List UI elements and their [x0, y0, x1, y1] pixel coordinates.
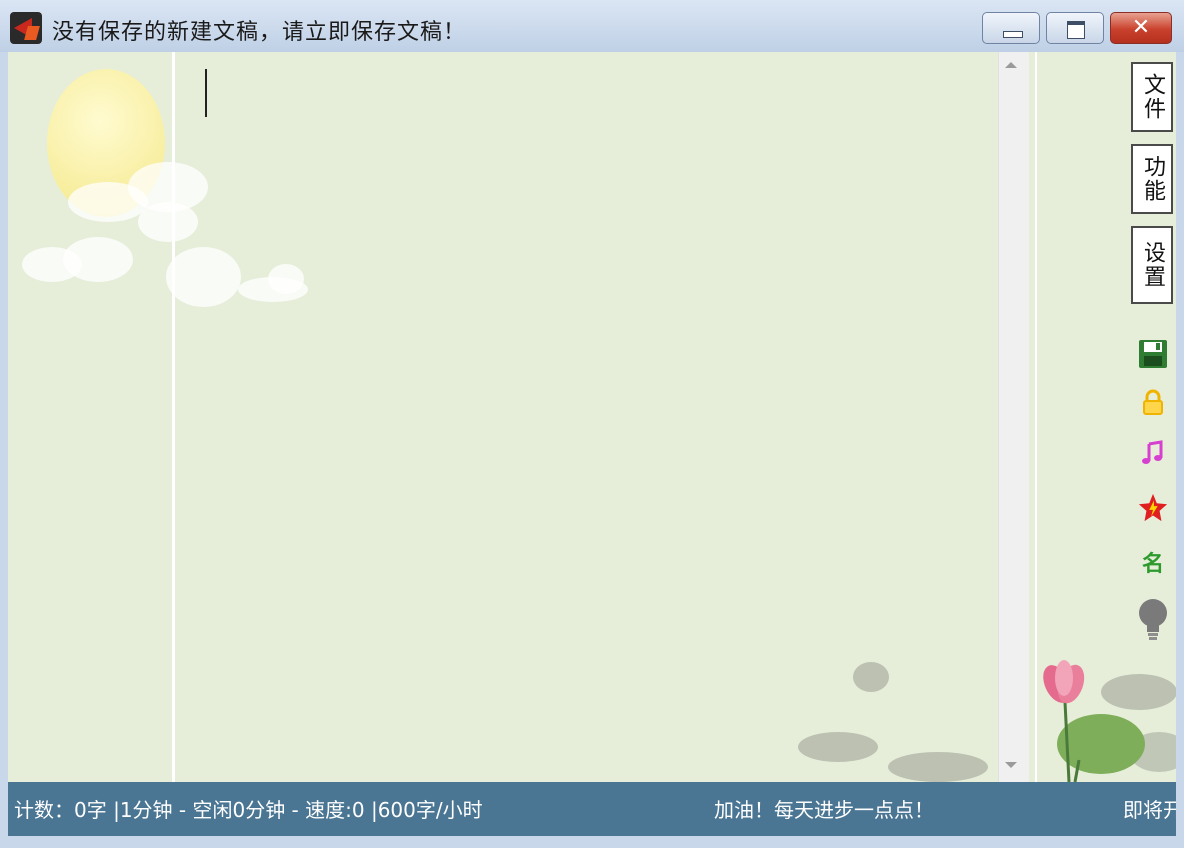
margin-line	[172, 52, 175, 782]
menu-settings-button[interactable]: 设置	[1131, 226, 1173, 304]
lock-icon[interactable]	[1137, 386, 1169, 418]
music-note-icon[interactable]	[1137, 438, 1169, 470]
motto-text: 加油！每天进步一点点！	[714, 798, 934, 822]
menu-file-button[interactable]: 文件	[1131, 62, 1173, 132]
maximize-icon	[1067, 21, 1085, 39]
name-badge-icon[interactable]: 名	[1137, 546, 1169, 578]
text-editor[interactable]	[8, 52, 998, 782]
save-icon[interactable]	[1137, 338, 1169, 370]
app-logo-icon[interactable]	[10, 12, 42, 44]
writing-stats: 计数：0字 |1分钟 - 空闲0分钟 - 速度:0 |600字/小时	[14, 798, 483, 822]
star-badge-icon[interactable]	[1137, 492, 1169, 524]
scroll-up-arrow-icon[interactable]	[1005, 62, 1017, 68]
lotus-decoration	[1029, 632, 1176, 782]
close-button[interactable]: ✕	[1110, 12, 1172, 44]
maximize-button[interactable]	[1046, 12, 1104, 44]
minimize-icon	[1003, 31, 1023, 38]
right-sidebar: 文件 功能 设置 名	[1029, 52, 1176, 782]
menu-function-button[interactable]: 功能	[1131, 144, 1173, 214]
upcoming-text: 即将开	[1123, 798, 1176, 822]
close-icon: ✕	[1131, 15, 1151, 40]
title-bar: 没有保存的新建文稿，请立即保存文稿！ ✕	[0, 0, 1184, 52]
status-bar: 计数：0字 |1分钟 - 空闲0分钟 - 速度:0 |600字/小时 加油！每天…	[8, 782, 1176, 836]
minimize-button[interactable]	[982, 12, 1040, 44]
vertical-scrollbar[interactable]	[998, 52, 1029, 782]
window-title: 没有保存的新建文稿，请立即保存文稿！	[52, 20, 467, 45]
scroll-down-arrow-icon[interactable]	[1005, 762, 1017, 768]
text-cursor	[205, 69, 207, 117]
